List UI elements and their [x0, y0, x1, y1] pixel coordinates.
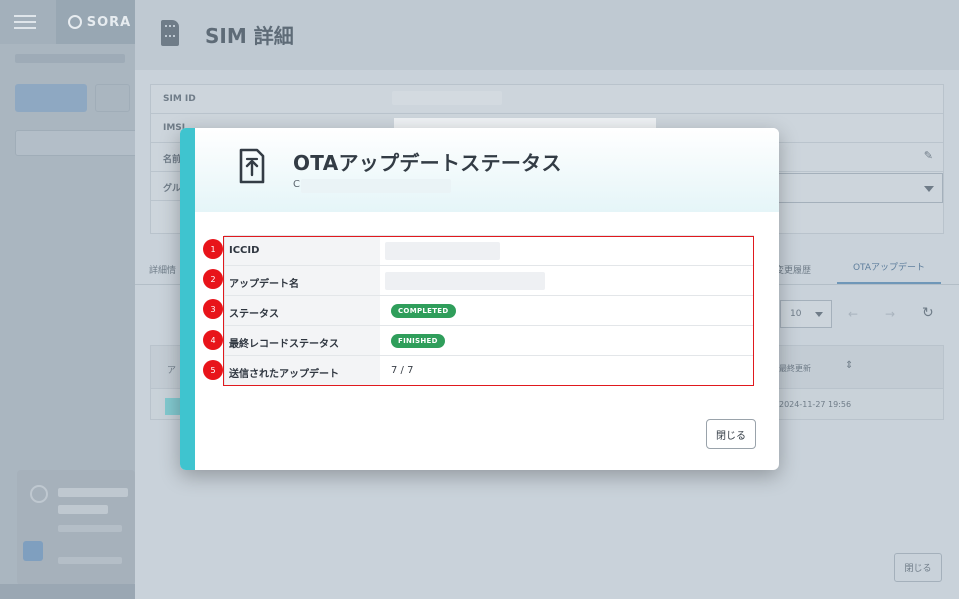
- caret-down-icon: [815, 312, 823, 317]
- refresh-icon[interactable]: ↻: [922, 305, 934, 321]
- brand-logo[interactable]: SORA: [55, 0, 135, 44]
- sidebar-header: SORA: [0, 0, 135, 44]
- notice-line: [58, 525, 122, 532]
- tab-ota-update[interactable]: OTAアップデート: [837, 250, 941, 284]
- page-close-button[interactable]: 閉じる: [894, 553, 942, 582]
- chat-icon[interactable]: [23, 541, 43, 561]
- row-label-update-name: アップデート名: [225, 266, 380, 295]
- annotation-number: 5: [203, 360, 223, 380]
- notice-line: [58, 505, 108, 514]
- notice-line: [58, 488, 128, 497]
- page-title: SIM 詳細: [205, 24, 294, 48]
- table-header-cell: ア: [167, 366, 177, 376]
- sidebar-search-input[interactable]: [15, 130, 143, 156]
- sidebar-footer: [0, 584, 135, 599]
- panel-value: [392, 91, 502, 105]
- dialog-subtitle: C: [293, 179, 300, 190]
- pencil-icon[interactable]: ✎: [924, 149, 933, 162]
- table-row: 送信されたアップデート 7 / 7: [225, 356, 753, 386]
- redacted-value: [385, 242, 500, 260]
- upload-arrow-icon: [239, 148, 265, 184]
- panel-row-sim-id: SIM ID: [151, 85, 943, 114]
- sim-card-icon: [161, 20, 179, 46]
- page-size-select[interactable]: 10: [780, 300, 832, 328]
- table-row: ICCID: [225, 236, 753, 266]
- row-label-last-record-status: 最終レコードステータス: [225, 326, 380, 355]
- sort-icon[interactable]: ⇕: [845, 360, 853, 371]
- brand-logo-text: SORA: [86, 14, 132, 30]
- sidebar: SORA: [0, 0, 143, 599]
- sidebar-secondary-button[interactable]: [95, 84, 130, 112]
- tab-details[interactable]: 詳細情: [149, 263, 176, 276]
- row-label-iccid: ICCID: [225, 236, 380, 265]
- status-badge: FINISHED: [391, 334, 445, 348]
- page-size-value: 10: [790, 309, 802, 319]
- annotation-number: 3: [203, 299, 223, 319]
- panel-label: SIM ID: [163, 94, 196, 104]
- table-cell-updated: 2024-11-27 19:56: [779, 400, 852, 409]
- ota-status-table: ICCID アップデート名 ステータス COMPLETED 最終レコードステータ…: [224, 235, 754, 386]
- logo-ring-icon: [67, 15, 82, 29]
- table-row: 最終レコードステータス FINISHED: [225, 326, 753, 356]
- group-select[interactable]: [775, 173, 943, 203]
- dialog-accent-bar: [180, 128, 195, 470]
- dialog-header: OTAアップデートステータス C: [195, 128, 779, 212]
- tab-history[interactable]: 変更履歴: [775, 263, 811, 276]
- sidebar-primary-button[interactable]: [15, 84, 87, 112]
- panel-label: グル: [163, 184, 182, 194]
- table-header-updated[interactable]: 最終更新: [779, 363, 811, 374]
- notice-line: [58, 557, 122, 564]
- table-row: アップデート名: [225, 266, 753, 296]
- annotation-number: 2: [203, 269, 223, 289]
- page-header: SIM 詳細: [135, 0, 959, 70]
- arrow-left-icon[interactable]: ←: [848, 307, 858, 321]
- redacted-value: [385, 272, 545, 290]
- panel-label: 名前: [163, 155, 182, 165]
- annotation-number: 1: [203, 239, 223, 259]
- status-badge: COMPLETED: [391, 304, 456, 318]
- redacted-subtitle: [301, 179, 451, 193]
- row-label-status: ステータス: [225, 296, 380, 325]
- close-button[interactable]: 閉じる: [706, 419, 756, 449]
- annotation-number: 4: [203, 330, 223, 350]
- info-icon: [30, 485, 48, 503]
- row-label-sent-updates: 送信されたアップデート: [225, 356, 380, 386]
- arrow-right-icon[interactable]: →: [885, 307, 895, 321]
- sent-updates-value: 7 / 7: [391, 365, 414, 376]
- hamburger-icon[interactable]: [14, 15, 36, 29]
- breadcrumb: [15, 54, 125, 63]
- dialog-title: OTAアップデートステータス: [293, 151, 562, 175]
- table-row: ステータス COMPLETED: [225, 296, 753, 326]
- caret-down-icon: [924, 186, 934, 192]
